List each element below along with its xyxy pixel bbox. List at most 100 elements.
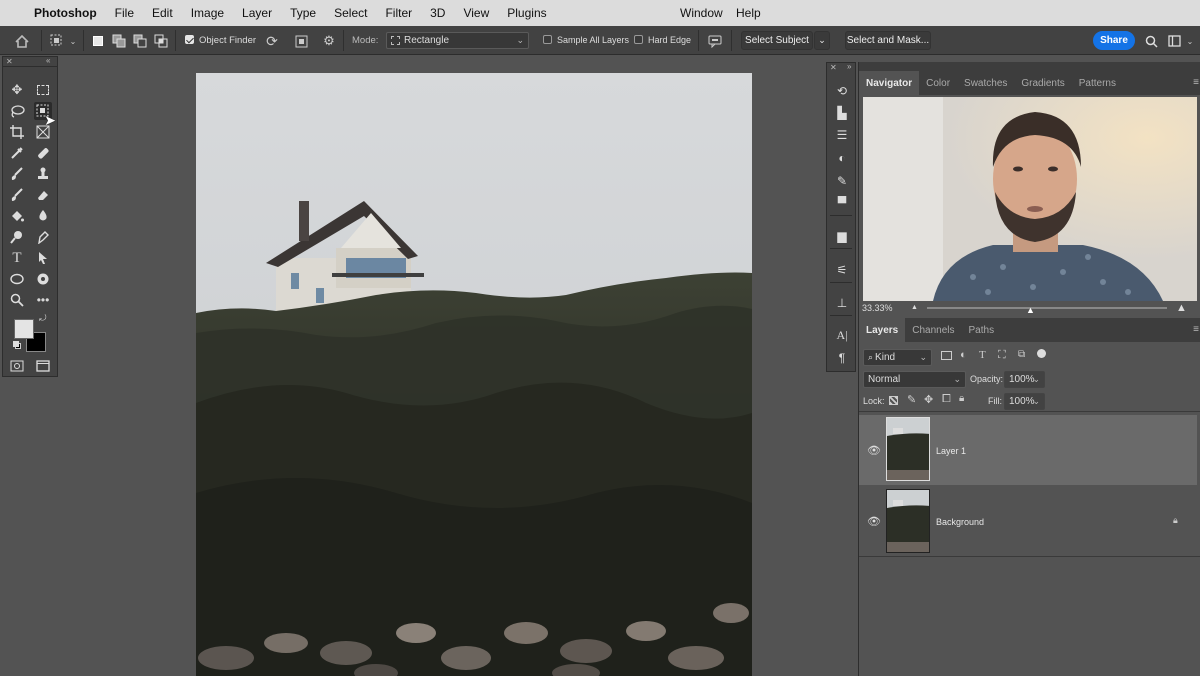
history-brush-tool-icon[interactable]	[8, 186, 26, 204]
lock-position-icon[interactable]: ✥	[924, 393, 933, 406]
hand-tool-icon[interactable]	[34, 270, 52, 288]
eye-icon[interactable]: 👁︎	[867, 515, 881, 528]
blend-mode-select[interactable]: Normal ⌄	[863, 371, 966, 388]
zoom-out-icon[interactable]: ▲	[911, 304, 918, 311]
menu-type[interactable]: Type	[281, 6, 325, 20]
object-selection-tool-preset-icon[interactable]	[49, 33, 65, 49]
share-button[interactable]: Share	[1093, 31, 1135, 50]
select-and-mask-button[interactable]: Select and Mask...	[845, 31, 931, 50]
layer-row-layer-1[interactable]: 👁︎ Layer 1	[859, 415, 1197, 485]
feedback-icon[interactable]	[707, 33, 723, 49]
layer-row-background[interactable]: 👁︎ Background 🔒︎	[859, 486, 1197, 556]
tab-navigator[interactable]: Navigator	[859, 71, 920, 95]
brushes-icon[interactable]: ✎	[833, 173, 851, 189]
dodge-tool-icon[interactable]	[8, 228, 26, 246]
brush-tool-icon[interactable]	[8, 165, 26, 183]
zoom-in-icon[interactable]: ▲	[1176, 302, 1187, 314]
select-subject-button[interactable]: Select Subject	[741, 31, 813, 50]
expand-icon[interactable]: »	[847, 62, 851, 71]
swap-colors-icon[interactable]: ⤾	[39, 313, 47, 324]
eraser-tool-icon[interactable]	[34, 186, 52, 204]
menu-window[interactable]: Window	[671, 6, 732, 20]
menu-filter[interactable]: Filter	[376, 6, 421, 20]
tab-paths[interactable]: Paths	[962, 318, 1002, 342]
add-to-selection-icon[interactable]	[111, 33, 127, 49]
tab-channels[interactable]: Channels	[905, 318, 961, 342]
intersect-selection-icon[interactable]	[153, 33, 169, 49]
fill-field[interactable]: 100% ⌄	[1004, 393, 1045, 410]
menu-image[interactable]: Image	[182, 6, 233, 20]
close-icon[interactable]: ✕	[830, 63, 837, 72]
lock-image-icon[interactable]: ✎	[907, 393, 916, 406]
histogram-icon[interactable]: ▆	[833, 228, 851, 244]
foreground-color-swatch[interactable]	[14, 319, 34, 339]
search-icon[interactable]	[1143, 33, 1159, 49]
eyedropper-tool-icon[interactable]	[8, 144, 26, 162]
default-colors-icon[interactable]	[13, 341, 22, 350]
hard-edge-checkbox[interactable]: Hard Edge	[634, 35, 691, 45]
gear-icon[interactable]: ⚙	[321, 33, 337, 49]
zoom-slider-track[interactable]	[927, 307, 1167, 309]
adjustments-icon[interactable]: ☰	[833, 127, 851, 143]
workspace-icon[interactable]	[1166, 33, 1182, 49]
menu-edit[interactable]: Edit	[143, 6, 182, 20]
menu-help[interactable]: Help	[727, 6, 770, 20]
filter-pixel-icon[interactable]	[941, 351, 952, 360]
zoom-slider-thumb[interactable]: ▲	[1026, 305, 1035, 315]
more-tools-icon[interactable]: •••	[34, 291, 52, 309]
lock-artboard-icon[interactable]: ⧠	[942, 393, 951, 406]
layer-name[interactable]: Layer 1	[936, 446, 966, 456]
tab-patterns[interactable]: Patterns	[1072, 71, 1123, 95]
refresh-icon[interactable]: ⟳	[264, 33, 280, 49]
menu-file[interactable]: File	[106, 6, 143, 20]
character-icon[interactable]: A|	[833, 327, 851, 343]
tab-layers[interactable]: Layers	[859, 318, 906, 342]
menu-layer[interactable]: Layer	[233, 6, 281, 20]
lock-transparent-icon[interactable]	[889, 396, 898, 405]
show-all-objects-icon[interactable]	[293, 33, 309, 49]
history-icon[interactable]: ⟲	[833, 83, 851, 99]
document-canvas[interactable]	[196, 73, 752, 676]
paragraph-icon[interactable]: ¶	[833, 350, 851, 366]
pen-tool-icon[interactable]	[34, 228, 52, 246]
navigator-zoom-value[interactable]: 33.33%	[862, 303, 893, 313]
opacity-field[interactable]: 100% ⌄	[1004, 371, 1045, 388]
move-tool-icon[interactable]: ✥	[8, 81, 26, 99]
eye-icon[interactable]: 👁︎	[867, 444, 881, 457]
rectangular-marquee-tool-icon[interactable]	[34, 81, 52, 99]
blur-tool-icon[interactable]	[34, 207, 52, 225]
path-selection-tool-icon[interactable]	[34, 249, 52, 267]
menu-app-name[interactable]: Photoshop	[25, 6, 106, 20]
libraries-icon[interactable]: ⊥	[833, 295, 851, 311]
filter-smart-object-icon[interactable]: ⧉	[1018, 349, 1025, 360]
close-icon[interactable]: ✕	[6, 57, 13, 66]
layer-name[interactable]: Background	[936, 517, 984, 527]
menu-view[interactable]: View	[454, 6, 498, 20]
ellipse-tool-icon[interactable]	[8, 270, 26, 288]
actions-icon[interactable]: ▙	[833, 105, 851, 121]
filter-shape-icon[interactable]: ⛶	[998, 349, 1006, 362]
home-icon[interactable]	[14, 33, 30, 49]
lasso-tool-icon[interactable]	[8, 102, 26, 120]
menu-plugins[interactable]: Plugins	[498, 6, 555, 20]
object-finder-checkbox[interactable]: Object Finder	[185, 35, 256, 46]
filter-type-icon[interactable]: T	[979, 349, 986, 361]
comments-icon[interactable]: ▀	[833, 195, 851, 211]
sample-all-layers-checkbox[interactable]: Sample All Layers	[543, 35, 629, 45]
new-selection-icon[interactable]	[90, 33, 106, 49]
layer-filter-kind-select[interactable]: ⌕ Kind ⌄	[863, 349, 932, 366]
tab-swatches[interactable]: Swatches	[957, 71, 1014, 95]
collapse-icon[interactable]: «	[46, 56, 50, 65]
type-tool-icon[interactable]: T	[8, 249, 26, 267]
frame-tool-icon[interactable]	[34, 123, 52, 141]
chevron-down-icon[interactable]: ⌄	[1182, 33, 1198, 49]
clone-stamp-tool-icon[interactable]	[34, 165, 52, 183]
mode-select[interactable]: Rectangle ⌄	[386, 32, 529, 49]
filter-toggle-icon[interactable]	[1037, 349, 1046, 358]
properties-icon[interactable]: ⚟	[833, 262, 851, 278]
panel-menu-icon[interactable]: ≡	[1193, 77, 1199, 88]
screen-mode-icon[interactable]	[34, 357, 52, 375]
subtract-from-selection-icon[interactable]	[132, 33, 148, 49]
zoom-tool-icon[interactable]	[8, 291, 26, 309]
tab-gradients[interactable]: Gradients	[1014, 71, 1071, 95]
